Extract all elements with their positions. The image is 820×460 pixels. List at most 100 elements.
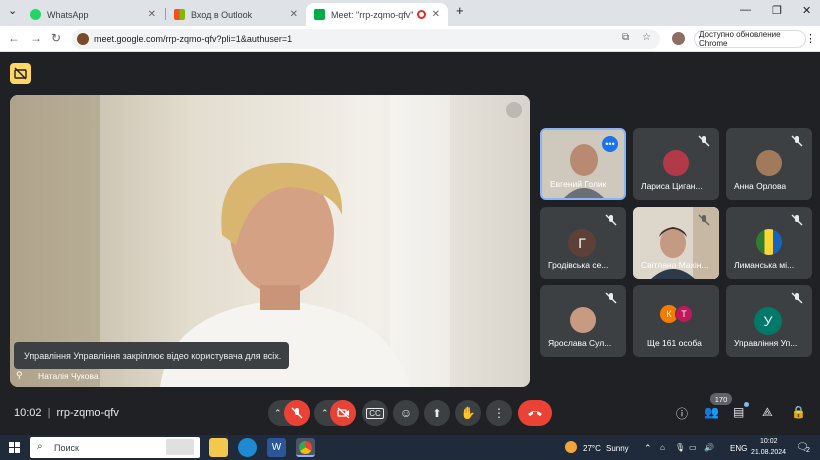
avatar (663, 150, 689, 176)
mic-off-icon (791, 292, 803, 304)
participant-tile[interactable]: У Управління Уп... (726, 285, 812, 357)
participant-tile[interactable]: Анна Орлова (726, 128, 812, 200)
file-explorer-icon[interactable] (209, 438, 228, 457)
address-bar[interactable]: meet.google.com/rrp-zqmo-qfv?pli=1&authu… (72, 29, 660, 49)
mic-off-icon (291, 407, 303, 419)
participant-tile[interactable]: Світлана Махін... (633, 207, 719, 279)
meeting-time: 10:02 | rrp-zqmo-qfv (14, 407, 119, 419)
clock-time[interactable]: 10:02 (760, 438, 778, 445)
participant-tile[interactable]: ••• Евгений Голик (540, 128, 626, 200)
maximize-icon[interactable]: ❐ (772, 4, 782, 17)
more-options-button[interactable]: ⋮ (486, 400, 512, 426)
participant-name: Світлана Махін... (641, 260, 709, 270)
search-icon: ⌕ (37, 441, 43, 452)
hang-up-icon (528, 411, 542, 416)
chrome-icon (299, 441, 312, 454)
separator: | (47, 407, 51, 419)
participant-name: Евгений Голик (550, 179, 607, 189)
volume-icon[interactable]: 🔊 (704, 443, 714, 452)
chevron-up-icon: ⌃ (321, 408, 329, 418)
mic-off-icon (605, 292, 617, 304)
profile-avatar[interactable] (672, 32, 685, 45)
taskbar-search[interactable]: ⌕ Поиск (30, 437, 200, 458)
captions-off-icon (14, 67, 27, 80)
word-icon[interactable]: W (267, 438, 286, 457)
participant-tile[interactable]: Лиманська мі... (726, 207, 812, 279)
more-options-icon[interactable]: ••• (602, 136, 618, 152)
weather-condition: Sunny (606, 444, 629, 453)
pin-icon: ⚲ (16, 370, 23, 380)
people-count-badge: 170 (710, 393, 732, 405)
whatsapp-icon (30, 9, 41, 20)
translate-icon[interactable]: ⧉ (622, 32, 629, 43)
forward-icon[interactable]: → (30, 31, 42, 45)
chrome-menu-icon[interactable]: ⋮ (805, 32, 816, 45)
tab-search-icon[interactable]: ⌄ (8, 4, 17, 17)
weather-sun-icon[interactable] (565, 441, 577, 453)
edge-icon[interactable] (238, 438, 257, 457)
chat-icon[interactable]: ▤ (733, 405, 749, 421)
mic-off-icon (605, 214, 617, 226)
participant-tile[interactable]: Г Гродівська се... (540, 207, 626, 279)
weather-temperature: 27°C (583, 444, 601, 453)
recording-icon (417, 10, 426, 19)
mic-tray-icon[interactable]: 🎙 (675, 443, 685, 452)
minimize-icon[interactable]: — (740, 4, 751, 16)
participant-name: Ярослава Сул... (548, 338, 612, 348)
tab-whatsapp[interactable]: WhatsApp ✕ (22, 3, 164, 26)
activities-icon[interactable]: ⟁ (762, 405, 778, 421)
tab-meet[interactable]: Meet: "rrp-zqmo-qfv" ✕ (306, 3, 448, 26)
reload-icon[interactable]: ↻ (51, 31, 61, 45)
emoji-icon: ☺ (399, 406, 413, 420)
chrome-taskbar-button[interactable] (296, 438, 315, 457)
camera-off-icon (336, 407, 349, 419)
chevron-up-icon[interactable]: ⌃ (644, 443, 652, 454)
leave-call-button[interactable] (518, 400, 552, 426)
windows-start-icon[interactable] (9, 442, 20, 453)
raise-hand-button[interactable]: ✋ (455, 400, 481, 426)
participant-tile[interactable]: Лариса Циган... (633, 128, 719, 200)
site-info-icon[interactable] (77, 33, 89, 45)
mic-toggle-button[interactable] (284, 400, 310, 426)
people-icon[interactable]: 👥 (704, 405, 720, 421)
tab-outlook[interactable]: Вход в Outlook ✕ (166, 3, 306, 26)
microsoft-icon (174, 9, 185, 20)
captions-button[interactable]: CC (362, 400, 388, 426)
avatar (570, 307, 596, 333)
mic-off-icon (791, 135, 803, 147)
info-icon[interactable]: ⓘ (676, 405, 692, 421)
window-close-icon[interactable]: ✕ (802, 4, 811, 17)
chrome-update-button[interactable]: Доступно обновление Chrome (694, 30, 806, 48)
participant-name: Управління Уп... (734, 338, 798, 348)
bookmark-star-icon[interactable]: ☆ (642, 32, 651, 43)
avatar: У (754, 307, 782, 335)
tab-label: Вход в Outlook (191, 9, 253, 20)
present-screen-icon: ⬆ (432, 407, 442, 420)
host-controls-icon[interactable]: 🔒 (791, 405, 807, 421)
search-highlight-icon (166, 439, 194, 455)
new-tab-button[interactable]: + (456, 3, 464, 18)
present-button[interactable]: ⬆ (424, 400, 450, 426)
update-label: Доступно обновление Chrome (699, 30, 781, 48)
captions-off-indicator[interactable] (10, 63, 31, 84)
more-participants-tile[interactable]: К Т Ще 161 особа (633, 285, 719, 357)
camera-toggle-button[interactable] (330, 400, 356, 426)
participant-tile[interactable]: Ярослава Сул... (540, 285, 626, 357)
browser-tab-strip: ⌄ WhatsApp ✕ Вход в Outlook ✕ Meet: "rrp… (0, 0, 820, 26)
chevron-up-icon: ⌃ (274, 408, 282, 418)
toast-text: Управління Управління закріплює відео ко… (24, 350, 282, 361)
back-icon[interactable]: ← (8, 31, 20, 45)
captions-icon: CC (366, 407, 384, 419)
language-indicator[interactable]: ENG (730, 444, 747, 453)
close-icon[interactable]: ✕ (432, 9, 440, 20)
close-icon[interactable]: ✕ (148, 9, 156, 20)
close-icon[interactable]: ✕ (290, 9, 298, 20)
meeting-code: rrp-zqmo-qfv (56, 407, 119, 419)
tab-label: Meet: "rrp-zqmo-qfv" (331, 9, 414, 20)
clock-date[interactable]: 21.08.2024 (751, 449, 786, 456)
windows-taskbar: ⌕ Поиск W 27°C Sunny ⌃ ⌂ 🎙 ▭ 🔊 ENG 10:02… (0, 435, 820, 460)
network-icon[interactable]: ⌂ (660, 443, 665, 452)
reactions-button[interactable]: ☺ (393, 400, 419, 426)
battery-icon[interactable]: ▭ (689, 443, 697, 452)
search-placeholder: Поиск (54, 442, 79, 453)
